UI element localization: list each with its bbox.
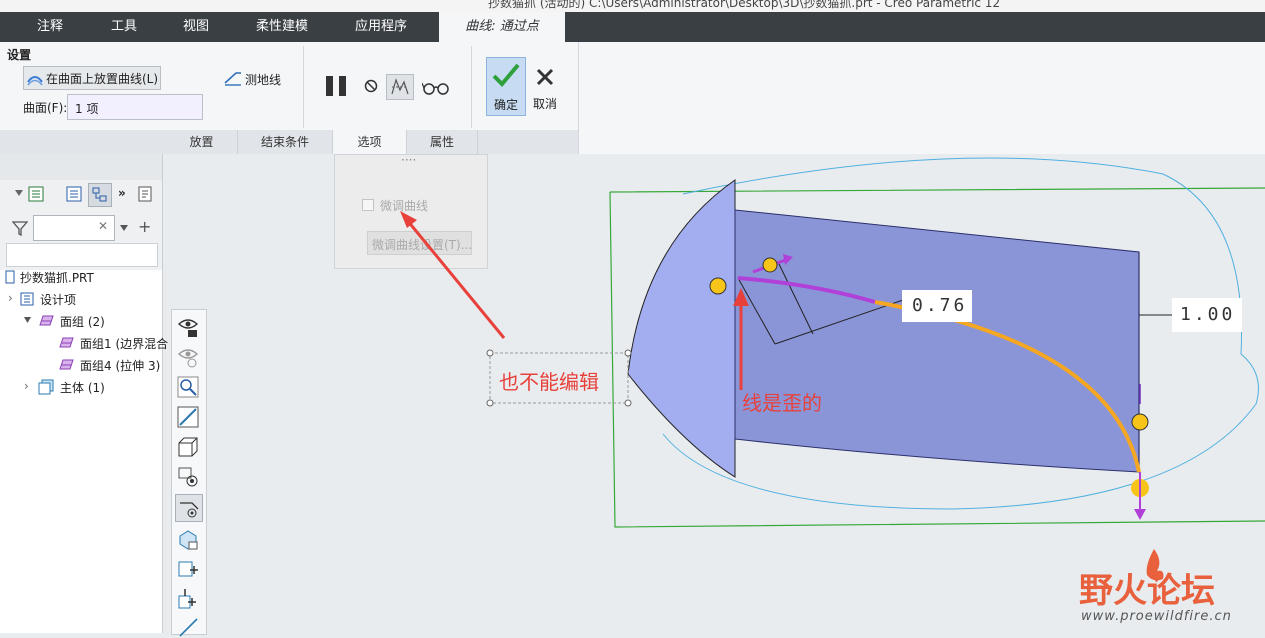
dimension-box-right[interactable]: 1.00	[1172, 298, 1242, 332]
columns-icon[interactable]	[66, 186, 82, 202]
tree-secondary-field[interactable]	[6, 243, 158, 267]
tab-tools[interactable]: 工具	[92, 12, 156, 42]
tree-item-body[interactable]: 主体 (1)	[60, 379, 105, 396]
resize-handle[interactable]	[486, 349, 494, 357]
place-on-surface-button[interactable]: 在曲面上放置曲线(L)	[23, 66, 161, 90]
model-tree-header	[0, 154, 162, 180]
tab-curve-through-points[interactable]: 曲线: 通过点	[439, 12, 565, 42]
dimension-value-left[interactable]: 0.76	[912, 295, 967, 316]
subtab-placement[interactable]: 放置	[166, 130, 238, 154]
ribbon-divider	[578, 42, 579, 154]
subtab-options[interactable]: 选项	[333, 130, 407, 154]
drag-handle-icon[interactable]	[709, 277, 727, 295]
main-surface[interactable]	[734, 209, 1140, 473]
drag-handle-icon[interactable]	[1131, 413, 1149, 431]
filter-icon[interactable]	[12, 220, 28, 236]
collapse-icon[interactable]: ›	[24, 379, 29, 393]
no-preview-icon[interactable]	[364, 79, 378, 93]
tab-annotate[interactable]: 注释	[18, 12, 82, 42]
dome-surface[interactable]	[627, 179, 736, 478]
settings-doc-icon[interactable]	[138, 186, 152, 202]
tree-root-part[interactable]: 抄数猫抓.PRT	[20, 269, 94, 286]
subtab-bar-spacer	[478, 130, 578, 154]
surface-label: 曲面(F):	[23, 101, 68, 115]
resize-handle[interactable]	[624, 399, 632, 407]
annotation-line-crooked: 线是歪的	[742, 391, 822, 415]
surface-collector[interactable]: 1 项	[67, 94, 203, 120]
show-hierarchy-button[interactable]	[88, 183, 112, 207]
ribbon-divider	[471, 46, 472, 128]
annotation-cannot-edit: 也不能编辑	[499, 370, 599, 394]
feature-preview-icon	[391, 78, 409, 95]
cancel-button[interactable]: 取消	[530, 57, 562, 114]
ribbon-tab-bar: 注释 工具 视图 柔性建模 应用程序 曲线: 通过点	[0, 12, 1265, 42]
clear-icon[interactable]: ✕	[98, 219, 108, 233]
ok-label: 确定	[494, 98, 519, 112]
quilt-icon	[59, 359, 74, 370]
collapse-icon[interactable]: ›	[8, 291, 13, 305]
ribbon-divider	[303, 46, 304, 128]
surface-curve-icon	[27, 76, 43, 86]
cancel-label: 取消	[533, 97, 558, 111]
watermark-brand: 野火论坛	[1079, 571, 1215, 611]
expand-arrow-icon[interactable]	[23, 316, 32, 324]
annotation-arrow	[405, 219, 506, 339]
tab-flexible-modeling[interactable]: 柔性建模	[242, 12, 322, 42]
window-title: 抄数猫抓 (活动的) C:\Users\Administrator\Deskto…	[488, 0, 1001, 10]
ok-button[interactable]: 确定	[486, 57, 526, 116]
subtab-end-condition[interactable]: 结束条件	[238, 130, 333, 154]
checkmark-icon	[492, 63, 520, 87]
close-icon	[536, 68, 554, 86]
drag-handle-icon[interactable]	[762, 257, 778, 273]
resize-handle[interactable]	[486, 399, 494, 407]
geodesic-label: 测地线	[245, 73, 282, 87]
dropdown-arrow-icon[interactable]	[14, 188, 24, 198]
geodesic-button[interactable]: 测地线	[224, 70, 294, 88]
hierarchy-icon	[92, 187, 107, 202]
part-icon	[5, 270, 15, 284]
quilt-icon	[39, 315, 54, 326]
quilt-icon	[59, 337, 74, 348]
subtab-bar-spacer	[0, 130, 166, 154]
watermark-url: www.proewildfire.cn	[1081, 609, 1232, 624]
model-tree-toolbar: » ✕ +	[0, 180, 162, 270]
settings-group-title: 设置	[7, 48, 32, 62]
geodesic-icon	[224, 72, 241, 86]
glasses-icon[interactable]	[422, 80, 450, 96]
tree-item-quilts[interactable]: 面组 (2)	[60, 313, 105, 330]
design-items-icon	[20, 292, 34, 306]
subtab-properties[interactable]: 属性	[407, 130, 478, 154]
surface-collector-value: 1 项	[75, 102, 99, 116]
dimension-box-left[interactable]: 0.76	[902, 290, 972, 322]
more-chevron-icon[interactable]: »	[118, 186, 126, 200]
tree-view-icon[interactable]	[28, 186, 44, 202]
title-bar: 抄数猫抓 (活动的) C:\Users\Administrator\Deskto…	[0, 0, 1265, 12]
tree-item-design-items[interactable]: 设计项	[40, 291, 76, 308]
body-icon	[38, 379, 54, 395]
add-icon[interactable]: +	[138, 217, 151, 236]
tab-applications[interactable]: 应用程序	[340, 12, 422, 42]
tree-search-input[interactable]: ✕	[33, 215, 115, 241]
tab-view[interactable]: 视图	[164, 12, 228, 42]
pause-icon[interactable]	[325, 75, 349, 97]
dimension-value-right[interactable]: 1.00	[1180, 304, 1235, 325]
dropdown-arrow-icon[interactable]	[119, 224, 129, 232]
verify-feature-button[interactable]	[386, 74, 414, 100]
tree-item-quilt1[interactable]: 面组1 (边界混合	[80, 335, 168, 352]
annotation-arrow-head	[400, 211, 417, 228]
resize-handle[interactable]	[624, 349, 632, 357]
watermark: 野火论坛 www.proewildfire.cn	[1079, 549, 1259, 627]
arrow-head	[1134, 509, 1146, 520]
place-on-surface-label: 在曲面上放置曲线(L)	[46, 72, 159, 86]
tree-item-quilt4[interactable]: 面组4 (拉伸 3)	[80, 357, 160, 374]
